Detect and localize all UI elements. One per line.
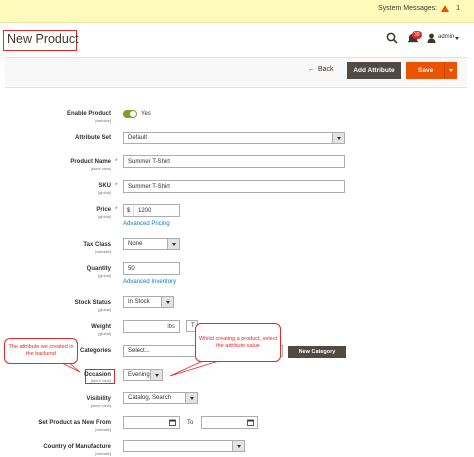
callout-right: Whilst creating a product, select the at… — [195, 323, 281, 362]
callout-left: The attribute we created in the backend — [4, 338, 78, 364]
callout-pointers — [59, 359, 223, 377]
